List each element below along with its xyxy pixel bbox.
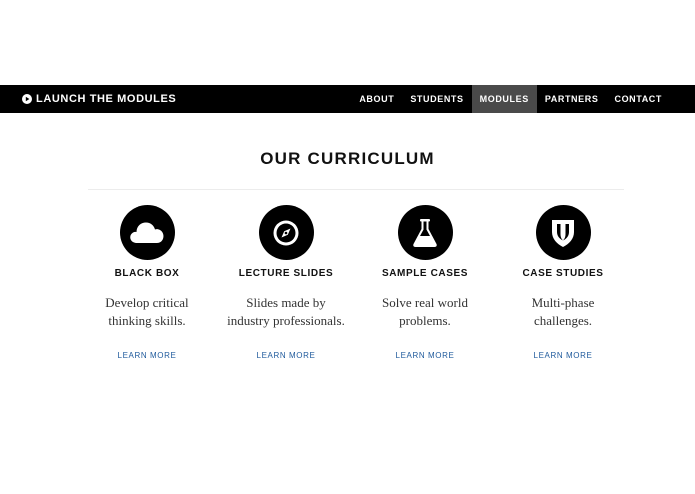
- nav-link-contact[interactable]: CONTACT: [606, 85, 670, 113]
- feature-description: Solve real world problems.: [355, 294, 495, 330]
- section-title: OUR CURRICULUM: [260, 149, 435, 168]
- brand-label: LAUNCH THE MODULES: [36, 93, 177, 105]
- cloud-icon: [130, 222, 164, 243]
- nav-link-partners[interactable]: PARTNERS: [537, 85, 607, 113]
- brand-link[interactable]: LAUNCH THE MODULES: [22, 85, 176, 113]
- play-circle-icon: [22, 94, 32, 104]
- feature-case-studies: CASE STUDIES Multi-phase challenges. LEA…: [493, 205, 633, 363]
- feature-lecture-slides: LECTURE SLIDES Slides made by industry p…: [216, 205, 356, 363]
- feature-desc-line: Slides made by: [246, 295, 326, 310]
- feature-desc-line: industry professionals.: [227, 313, 345, 328]
- learn-more-link[interactable]: LEARN MORE: [534, 351, 593, 360]
- page: LAUNCH THE MODULES ABOUT STUDENTS MODULE…: [0, 0, 695, 494]
- nav-link-modules[interactable]: MODULES: [471, 85, 537, 113]
- learn-more-link[interactable]: LEARN MORE: [118, 351, 177, 360]
- feature-icon-circle: [535, 205, 591, 260]
- learn-more-link[interactable]: LEARN MORE: [257, 351, 316, 360]
- flask-icon: [413, 218, 437, 247]
- feature-icon-circle: [397, 205, 453, 260]
- feature-title: BLACK BOX: [114, 268, 180, 279]
- learn-more-link[interactable]: LEARN MORE: [396, 351, 455, 360]
- feature-title: CASE STUDIES: [522, 268, 604, 279]
- feature-desc-line: Multi-phase: [531, 295, 595, 310]
- nav-link-students[interactable]: STUDENTS: [402, 85, 471, 113]
- feature-description: Slides made by industry professionals.: [216, 294, 356, 330]
- top-navbar: LAUNCH THE MODULES ABOUT STUDENTS MODULE…: [0, 85, 695, 113]
- feature-desc-line: thinking skills.: [108, 313, 186, 328]
- feature-description: Multi-phase challenges.: [493, 294, 633, 330]
- section-divider: [88, 189, 624, 190]
- feature-icon-circle: [258, 205, 314, 260]
- feature-desc-line: Solve real world: [382, 295, 468, 310]
- feature-desc-line: Develop critical: [105, 295, 189, 310]
- feature-description: Develop critical thinking skills.: [77, 294, 217, 330]
- nav-menu: ABOUT STUDENTS MODULES PARTNERS CONTACT: [351, 85, 670, 113]
- feature-sample-cases: SAMPLE CASES Solve real world problems. …: [355, 205, 495, 363]
- feature-title: SAMPLE CASES: [381, 268, 469, 279]
- feature-black-box: BLACK BOX Develop critical thinking skil…: [77, 205, 217, 363]
- compass-icon: [273, 220, 299, 245]
- feature-title: LECTURE SLIDES: [238, 268, 334, 279]
- shield-icon: [552, 219, 574, 247]
- feature-desc-line: challenges.: [533, 313, 593, 328]
- nav-link-about[interactable]: ABOUT: [351, 85, 402, 113]
- feature-icon-circle: [119, 205, 175, 260]
- feature-desc-line: problems.: [399, 313, 451, 328]
